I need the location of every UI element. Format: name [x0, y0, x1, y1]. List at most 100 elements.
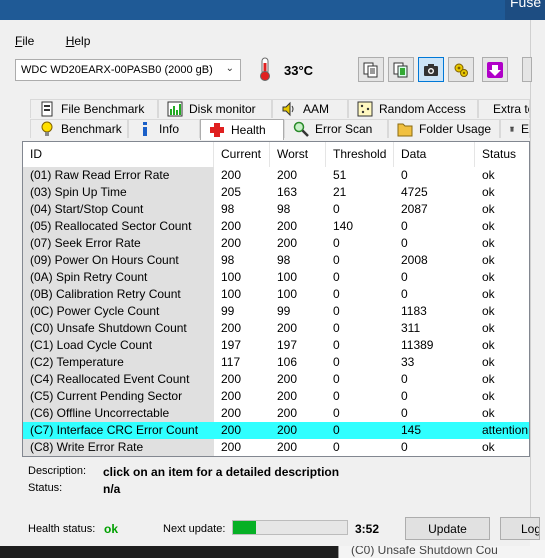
- cell-status: ok: [482, 168, 495, 182]
- tab-health[interactable]: Health: [200, 119, 284, 140]
- table-row[interactable]: (01) Raw Read Error Rate 200 200 51 0 ok: [23, 167, 529, 184]
- cell-threshold: 0: [333, 270, 340, 284]
- cell-status: ok: [482, 219, 495, 233]
- cell-data: 0: [401, 287, 408, 301]
- cell-data: 33: [401, 355, 415, 369]
- cell-threshold: 51: [333, 168, 347, 182]
- screenshot-icon: [424, 63, 438, 76]
- cell-current: 99: [221, 304, 235, 318]
- column-header-id[interactable]: ID: [23, 142, 214, 167]
- table-row[interactable]: (04) Start/Stop Count 98 98 0 2087 ok: [23, 201, 529, 218]
- table-row[interactable]: (03) Spin Up Time 205 163 21 4725 ok: [23, 184, 529, 201]
- table-row[interactable]: (C8) Write Error Rate 200 200 0 0 ok: [23, 439, 529, 456]
- tab-label: Disk monitor: [189, 102, 256, 116]
- hdtune-window: File Help WDC WD20EARX-00PASB0 (2000 gB)…: [0, 20, 540, 546]
- cell-id: (C2) Temperature: [23, 354, 214, 371]
- cell-worst: 200: [277, 321, 298, 335]
- lightbulb-icon: [41, 121, 53, 136]
- smart-attributes-table[interactable]: ID Current Worst Threshold Data Status (…: [22, 141, 530, 457]
- table-row[interactable]: (C0) Unsafe Shutdown Count 200 200 0 311 ok: [23, 320, 529, 337]
- cell-worst: 200: [277, 168, 298, 182]
- table-row[interactable]: (0A) Spin Retry Count 100 100 0 0 ok: [23, 269, 529, 286]
- cell-data: 0: [401, 168, 408, 182]
- table-row[interactable]: (0B) Calibration Retry Count 100 100 0 0 ok: [23, 286, 529, 303]
- cell-threshold: 0: [333, 355, 340, 369]
- tab-label: Random Access: [379, 102, 466, 116]
- cell-current: 100: [221, 287, 242, 301]
- table-row[interactable]: (C5) Current Pending Sector 200 200 0 0 ok: [23, 388, 529, 405]
- menu-file[interactable]: File: [15, 34, 48, 48]
- cell-id: (C5) Current Pending Sector: [23, 388, 214, 405]
- cell-threshold: 0: [333, 202, 340, 216]
- cell-current: 200: [221, 168, 242, 182]
- download-button[interactable]: [482, 57, 508, 82]
- cell-data: 0: [401, 372, 408, 386]
- table-row[interactable]: (C6) Offline Uncorrectable 200 200 0 0 ok: [23, 405, 529, 422]
- cell-worst: 106: [277, 355, 298, 369]
- table-row[interactable]: (07) Seek Error Rate 200 200 0 0 ok: [23, 235, 529, 252]
- table-row[interactable]: (05) Reallocated Sector Count 200 200 140 0 o…: [23, 218, 529, 235]
- tab-error-scan[interactable]: Error Scan: [284, 119, 388, 138]
- cell-threshold: 0: [333, 440, 340, 454]
- cell-current: 200: [221, 440, 242, 454]
- table-row[interactable]: (C2) Temperature 117 106 0 33 ok: [23, 354, 529, 371]
- menu-help[interactable]: Help: [66, 34, 105, 48]
- cell-data: 0: [401, 389, 408, 403]
- table-row[interactable]: (09) Power On Hours Count 98 98 0 2008 ok: [23, 252, 529, 269]
- cell-status: ok: [482, 253, 495, 267]
- cell-data: 145: [401, 423, 422, 437]
- tab-label: Benchmark: [61, 122, 122, 136]
- column-header-status[interactable]: Status: [475, 142, 529, 167]
- cell-status: ok: [482, 355, 495, 369]
- drive-select[interactable]: WDC WD20EARX-00PASB0 (2000 gB) ⌄: [15, 59, 241, 81]
- tab-label: File Benchmark: [61, 102, 145, 116]
- log-button[interactable]: Log: [500, 517, 540, 540]
- menu-help-label: elp: [74, 34, 91, 48]
- cell-id: (C8) Write Error Rate: [23, 439, 214, 456]
- cell-id: (C7) Interface CRC Error Count: [30, 423, 199, 437]
- exit-button[interactable]: [522, 57, 532, 82]
- tab-aam[interactable]: AAM: [272, 99, 348, 118]
- tab-disk-monitor[interactable]: Disk monitor: [158, 99, 272, 118]
- table-row[interactable]: (C7) Interface CRC Error Count 200 200 0 145…: [23, 422, 529, 439]
- cell-current: 200: [221, 372, 242, 386]
- screenshot-button[interactable]: [418, 57, 444, 82]
- countdown-timer: 3:52: [355, 522, 380, 536]
- speaker-icon: [282, 101, 294, 117]
- tab-label: E: [520, 122, 529, 136]
- cell-worst: 200: [277, 372, 298, 386]
- tab-folder-usage[interactable]: Folder Usage: [388, 119, 500, 138]
- cell-id: (C6) Offline Uncorrectable: [23, 405, 214, 422]
- description-label: Description:: [28, 465, 87, 477]
- column-header-data[interactable]: Data: [394, 142, 475, 167]
- update-button[interactable]: Update: [405, 517, 490, 540]
- copy-info-button[interactable]: [388, 57, 414, 82]
- tab-erase[interactable]: E: [500, 119, 530, 138]
- options-icon: [454, 63, 468, 77]
- cell-status: ok: [482, 236, 495, 250]
- tab-extra-tests[interactable]: Extra te: [478, 99, 530, 118]
- cell-threshold: 140: [333, 219, 354, 233]
- cell-id: (C1) Load Cycle Count: [23, 337, 214, 354]
- tab-benchmark[interactable]: Benchmark: [30, 119, 128, 138]
- cell-worst: 100: [277, 270, 298, 284]
- background-window-edge: [530, 20, 545, 558]
- table-row[interactable]: (0C) Power Cycle Count 99 99 0 1183 ok: [23, 303, 529, 320]
- options-button[interactable]: [448, 57, 474, 82]
- cell-threshold: 0: [333, 423, 340, 437]
- update-progress-bar: [232, 520, 348, 535]
- table-row[interactable]: (C1) Load Cycle Count 197 197 0 11389 ok: [23, 337, 529, 354]
- tab-info[interactable]: Info: [128, 119, 200, 138]
- column-header-worst[interactable]: Worst: [270, 142, 326, 167]
- column-header-current[interactable]: Current: [214, 142, 270, 167]
- tab-label: AAM: [303, 102, 330, 116]
- tab-file-benchmark[interactable]: File Benchmark: [30, 99, 158, 118]
- cell-current: 200: [221, 321, 242, 335]
- copy-text-button[interactable]: [358, 57, 384, 82]
- column-header-threshold[interactable]: Threshold: [326, 142, 394, 167]
- tab-random-access[interactable]: Random Access: [348, 99, 478, 118]
- tab-label: Extra te: [493, 102, 529, 116]
- chevron-down-icon[interactable]: ⌄: [226, 63, 234, 74]
- table-row[interactable]: (C4) Reallocated Event Count 200 200 0 0 ok: [23, 371, 529, 388]
- cell-status: ok: [482, 389, 495, 403]
